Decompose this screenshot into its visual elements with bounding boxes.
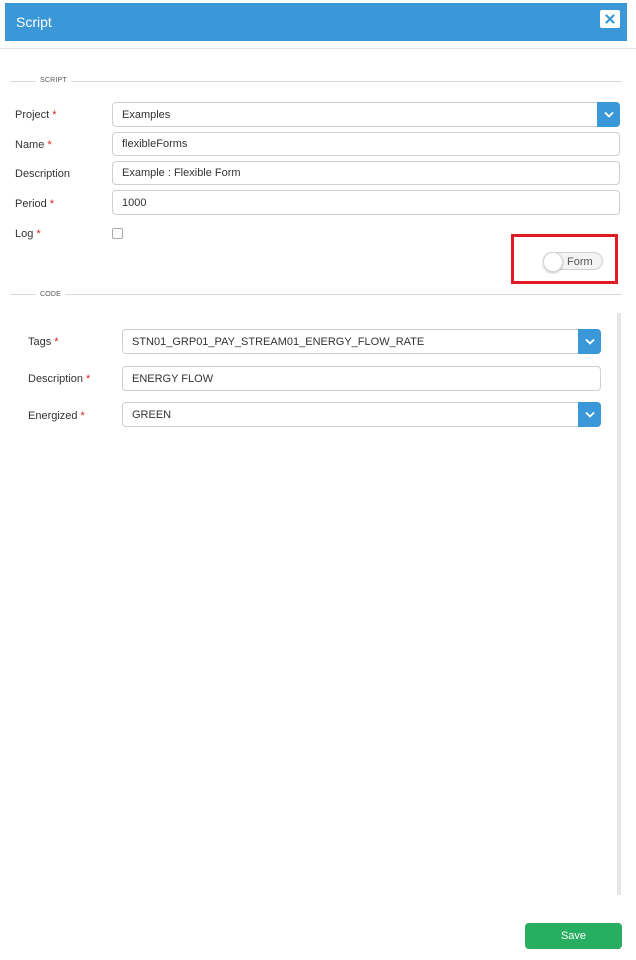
period-label: Period * bbox=[15, 198, 55, 210]
toggle-knob bbox=[543, 252, 563, 272]
energized-label: Energized * bbox=[28, 410, 85, 422]
energized-select[interactable]: GREEN bbox=[122, 402, 601, 427]
required-marker: * bbox=[49, 198, 55, 210]
close-icon bbox=[605, 14, 615, 24]
tags-label: Tags * bbox=[28, 336, 59, 348]
tags-select[interactable]: STN01_GRP01_PAY_STREAM01_ENERGY_FLOW_RAT… bbox=[122, 329, 601, 354]
log-checkbox[interactable] bbox=[112, 228, 123, 239]
tags-dropdown-button[interactable] bbox=[578, 329, 601, 354]
form-toggle-label: Form bbox=[567, 256, 593, 268]
code-panel-scrollbar[interactable] bbox=[617, 313, 621, 895]
project-dropdown-button[interactable] bbox=[597, 102, 620, 127]
description-input[interactable]: Example : Flexible Form bbox=[112, 161, 620, 185]
required-marker: * bbox=[80, 410, 85, 422]
project-select[interactable]: Examples bbox=[112, 102, 620, 127]
form-toggle[interactable]: Form bbox=[543, 252, 603, 272]
project-value: Examples bbox=[122, 108, 171, 121]
name-input[interactable]: flexibleForms bbox=[112, 132, 620, 156]
description-label: Description bbox=[15, 168, 71, 180]
close-button[interactable] bbox=[600, 10, 620, 28]
project-label: Project * bbox=[15, 109, 57, 121]
script-section-divider bbox=[10, 81, 622, 82]
save-button[interactable]: Save bbox=[525, 923, 622, 949]
energized-dropdown-button[interactable] bbox=[578, 402, 601, 427]
code-description-input[interactable]: ENERGY FLOW bbox=[122, 366, 601, 391]
code-section-divider bbox=[10, 294, 622, 295]
chevron-down-icon bbox=[584, 338, 595, 345]
required-marker: * bbox=[47, 139, 52, 151]
log-label: Log * bbox=[15, 228, 41, 240]
chevron-down-icon bbox=[584, 411, 595, 418]
code-section-heading: CODE bbox=[36, 290, 66, 299]
dialog-title: Script bbox=[16, 14, 52, 30]
header-divider bbox=[0, 48, 636, 49]
period-input[interactable]: 1000 bbox=[112, 190, 620, 215]
chevron-down-icon bbox=[603, 111, 614, 118]
required-marker: * bbox=[54, 336, 59, 348]
script-section-heading: SCRIPT bbox=[36, 76, 71, 85]
required-marker: * bbox=[36, 228, 41, 240]
required-marker: * bbox=[86, 373, 91, 385]
code-description-label: Description * bbox=[28, 373, 91, 385]
required-marker: * bbox=[52, 109, 57, 121]
dialog-header bbox=[5, 3, 627, 41]
name-label: Name * bbox=[15, 139, 52, 151]
